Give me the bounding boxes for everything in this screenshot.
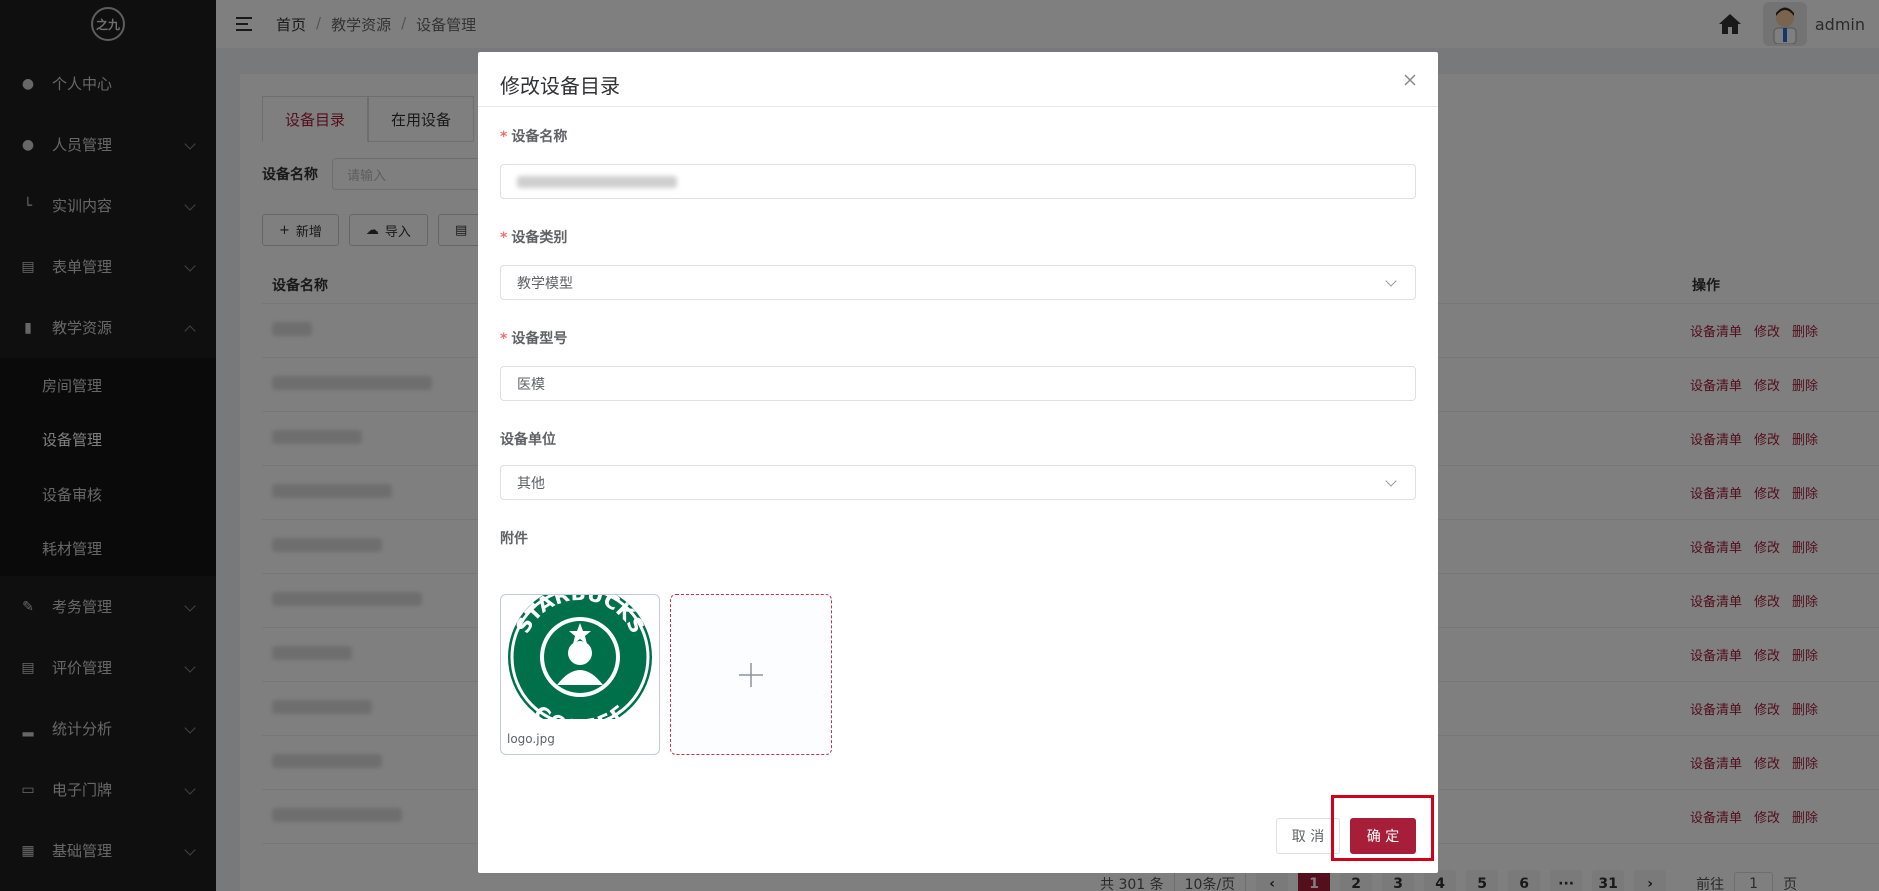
equipment-unit-select[interactable]: 其他 bbox=[500, 465, 1416, 500]
plus-icon bbox=[739, 662, 763, 687]
highlight-box bbox=[1331, 795, 1434, 861]
upload-button[interactable] bbox=[670, 594, 832, 755]
equipment-name-input[interactable] bbox=[500, 164, 1416, 199]
equipment-category-select[interactable]: 教学模型 bbox=[500, 265, 1416, 300]
name-label: * 设备名称 bbox=[500, 129, 568, 145]
model-label: * 设备型号 bbox=[500, 331, 568, 347]
category-label: * 设备类别 bbox=[500, 230, 568, 246]
attachment-label: 附件 bbox=[500, 531, 528, 547]
edit-equipment-dialog: 修改设备目录 * 设备名称 * 设备类别 教学模型 * 设备型号 医模 设备单位 其他… bbox=[478, 52, 1438, 873]
starbucks-logo-image: STARBUCKS COFFEE bbox=[508, 595, 652, 739]
chevron-down-icon bbox=[1385, 475, 1397, 487]
unit-label: 设备单位 bbox=[500, 432, 556, 448]
chevron-down-icon bbox=[1385, 275, 1397, 287]
equipment-model-input[interactable]: 医模 bbox=[500, 366, 1416, 401]
attachment-filename: logo.jpg bbox=[507, 732, 555, 746]
attachment-thumbnail[interactable]: STARBUCKS COFFEE logo.jpg bbox=[500, 594, 660, 755]
dialog-title: 修改设备目录 bbox=[500, 74, 620, 98]
close-icon[interactable] bbox=[1400, 70, 1420, 90]
